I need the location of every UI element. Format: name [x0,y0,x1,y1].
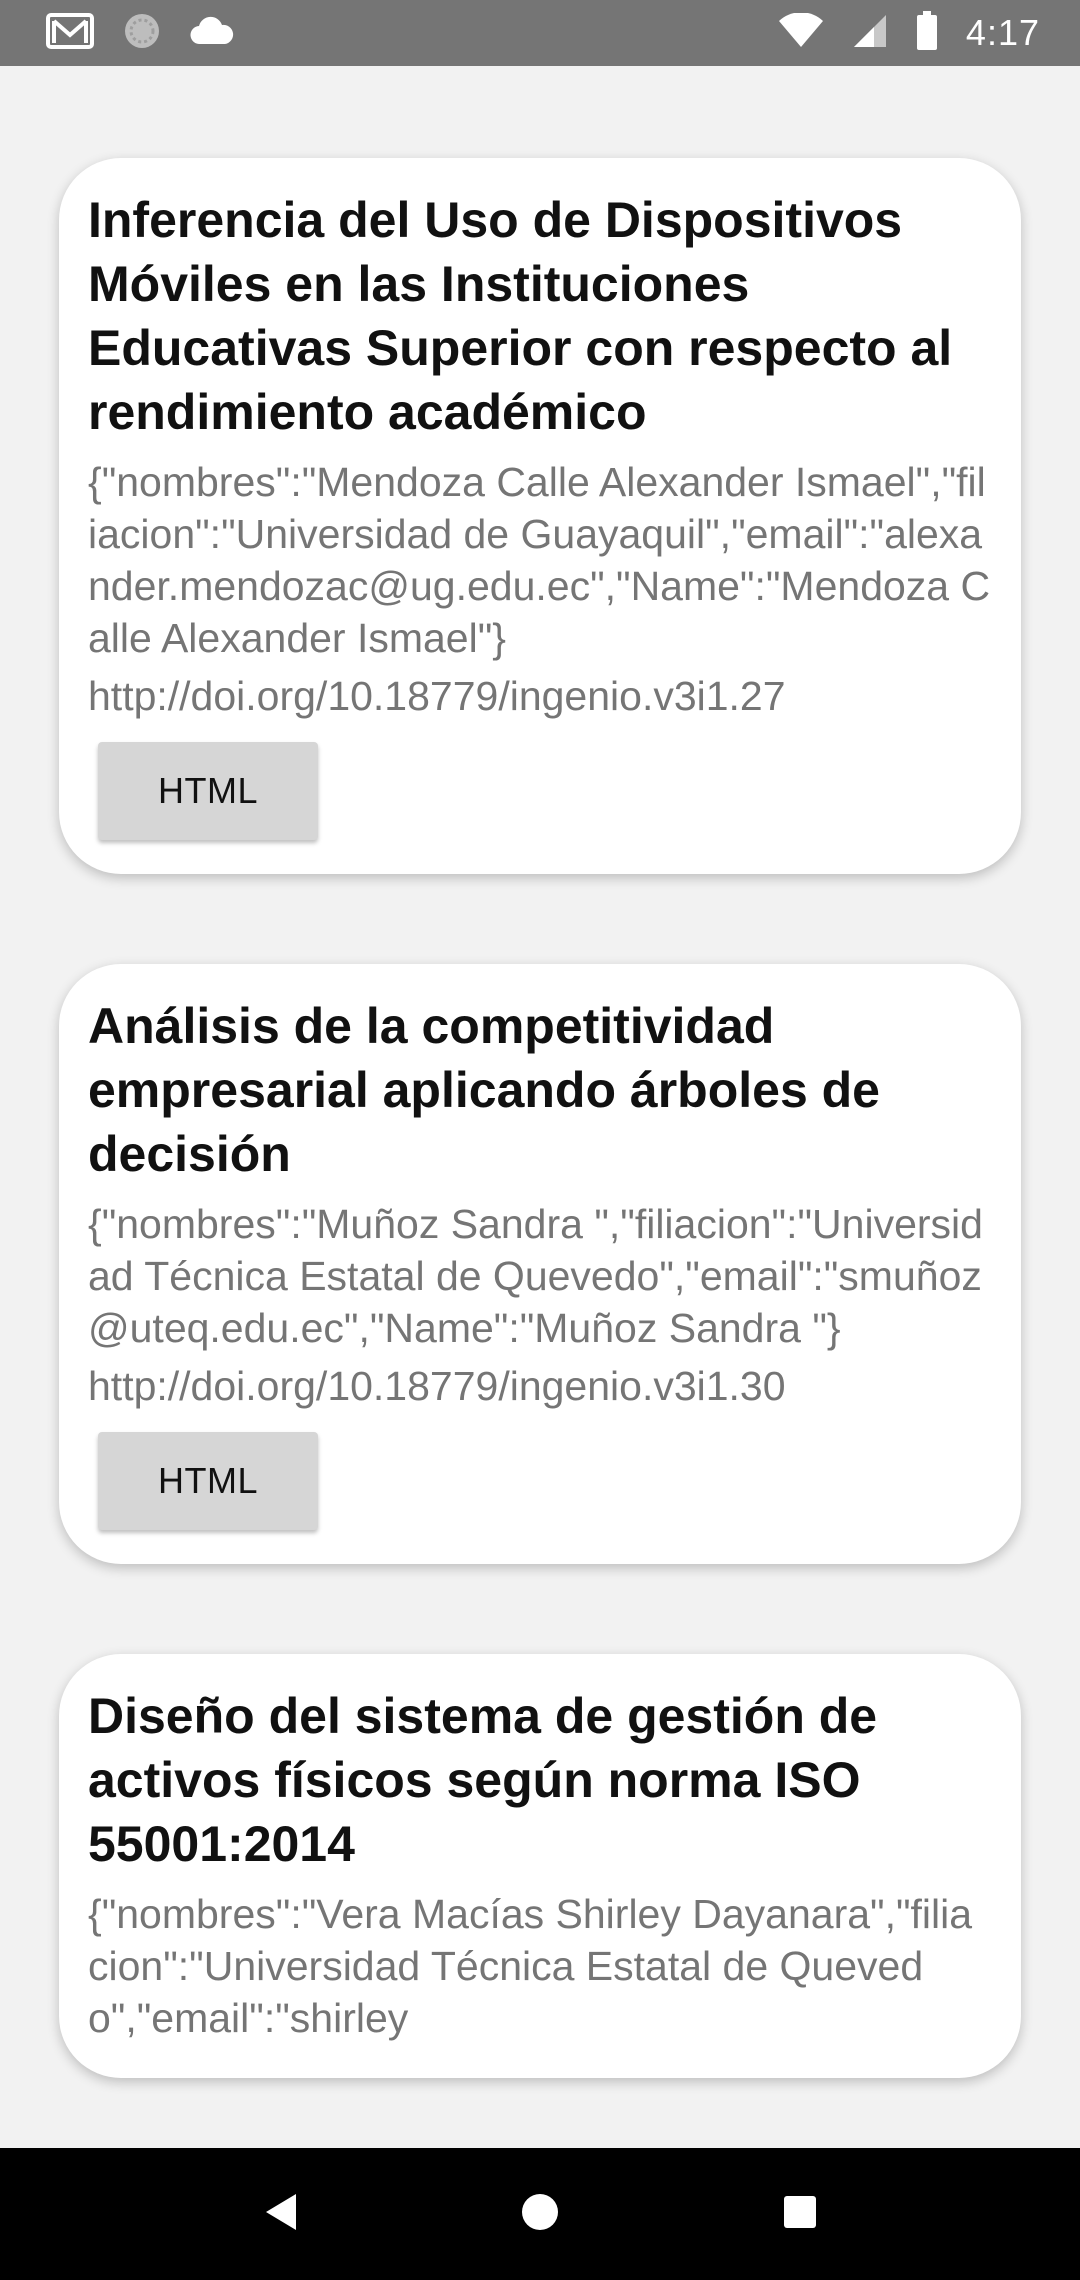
article-title: Inferencia del Uso de Dispositivos Móvil… [88,192,953,440]
article-card[interactable]: Inferencia del Uso de Dispositivos Móvil… [59,158,1021,874]
gmail-icon [46,11,94,56]
back-button[interactable] [220,2154,340,2274]
wifi-icon [778,11,824,54]
article-authors: {"nombres":"Mendoza Calle Alexander Isma… [88,459,991,661]
recents-icon [782,2194,818,2235]
home-button[interactable] [480,2154,600,2274]
navigation-bar [0,2148,1080,2280]
article-title: Diseño del sistema de gestión de activos… [88,1688,878,1872]
status-bar-clock: 4:17 [965,12,1040,53]
status-bar-notifications [46,11,234,56]
article-card[interactable]: Análisis de la competitividad empresaria… [59,964,1021,1564]
back-icon [262,2192,298,2237]
battery-icon [916,10,938,56]
article-doi: http://doi.org/10.18779/ingenio.v3i1.27 [88,673,786,719]
status-bar: 4:17 [0,0,1080,66]
cloud-icon [190,16,234,51]
status-bar-system: 4:17 [778,10,1040,56]
sync-icon [122,11,162,56]
article-card[interactable]: Diseño del sistema de gestión de activos… [59,1654,1021,2078]
home-icon [520,2192,560,2237]
article-list[interactable]: Inferencia del Uso de Dispositivos Móvil… [0,66,1080,2126]
article-authors: {"nombres":"Muñoz Sandra ","filiacion":"… [88,1201,983,1351]
article-title: Análisis de la competitividad empresaria… [88,998,880,1182]
html-button[interactable]: HTML [98,742,318,840]
html-button[interactable]: HTML [98,1432,318,1530]
article-doi: http://doi.org/10.18779/ingenio.v3i1.30 [88,1363,786,1409]
article-authors: {"nombres":"Vera Macías Shirley Dayanara… [88,1891,973,2041]
signal-icon [852,13,888,54]
recents-button[interactable] [740,2154,860,2274]
